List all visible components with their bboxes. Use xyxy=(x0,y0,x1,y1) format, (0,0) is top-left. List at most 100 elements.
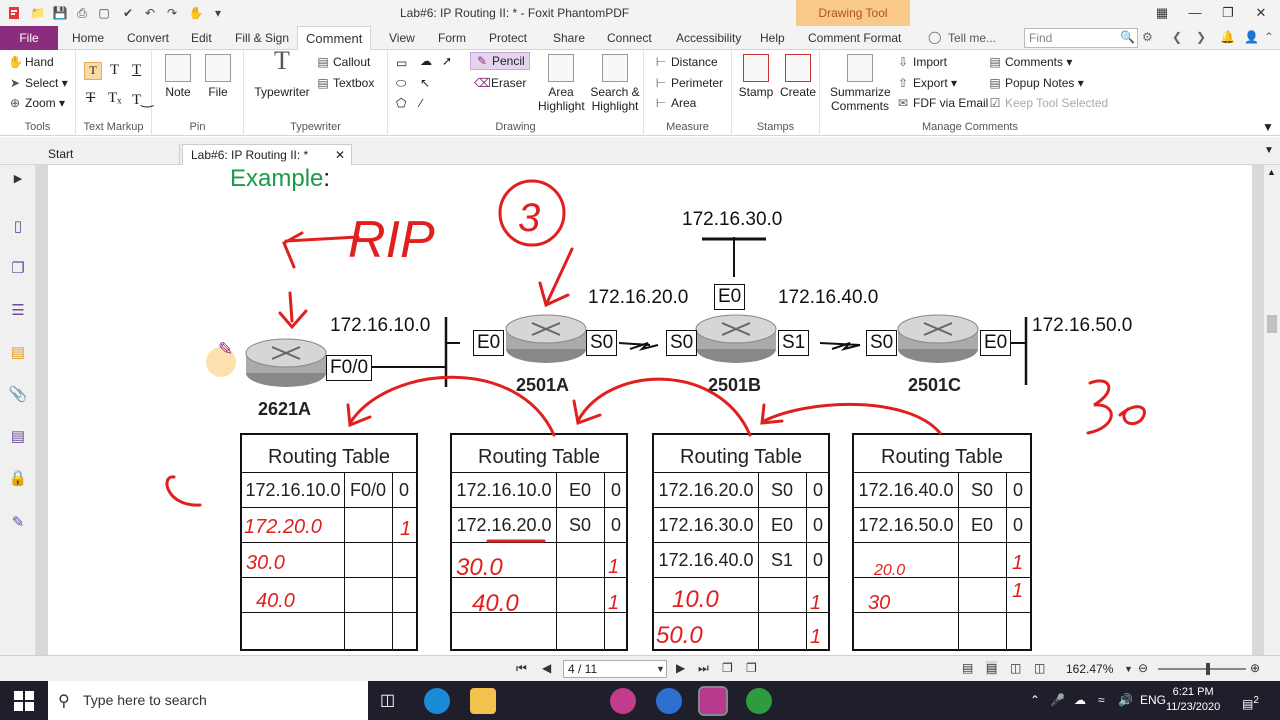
strikeout-text-icon[interactable]: T xyxy=(86,90,95,107)
rectangle-icon[interactable]: ▭ xyxy=(396,56,407,70)
settings-icon[interactable]: ⚙ xyxy=(1142,30,1153,44)
zoom-tool-button[interactable]: ⊕ Zoom ▾ xyxy=(8,96,65,110)
oval-icon[interactable]: ⬭ xyxy=(396,76,406,91)
tab-list-icon[interactable]: ▼ xyxy=(1264,145,1274,156)
quick-access-menu-icon[interactable]: ▾ xyxy=(210,5,226,21)
zoom-level[interactable]: 162.47% xyxy=(1066,662,1113,676)
notification-bell-icon[interactable]: 🔔 xyxy=(1220,30,1235,44)
zoom-slider-thumb[interactable] xyxy=(1206,663,1210,675)
page-number-input[interactable]: 4 / 11 xyxy=(563,660,667,678)
area-highlight-button[interactable]: Area Highlight xyxy=(538,54,585,113)
system-clock[interactable]: 6:21 PM 11/23/2020 xyxy=(1166,685,1220,715)
customize-icon[interactable]: ✔ xyxy=(120,5,136,21)
new-window-icon[interactable]: ▢ xyxy=(96,5,112,21)
onedrive-icon[interactable]: ☁ xyxy=(1074,681,1086,720)
close-window-button[interactable]: ✕ xyxy=(1249,3,1273,23)
paint-app-icon[interactable] xyxy=(610,688,636,714)
copy-page-icon[interactable]: ❐ xyxy=(722,661,733,675)
tab-view[interactable]: View xyxy=(389,26,415,50)
file-attach-button[interactable]: File xyxy=(202,54,234,99)
zoom-in-icon[interactable]: ⊕ xyxy=(1250,661,1260,675)
expand-panel-icon[interactable]: ▶ xyxy=(8,169,28,189)
tab-share[interactable]: Share xyxy=(553,26,585,50)
ribbon-display-icon[interactable]: ▦ xyxy=(1150,3,1174,23)
page-dropdown-icon[interactable]: ▼ xyxy=(656,664,665,674)
continuous-facing-view-icon[interactable]: ◫ xyxy=(1034,661,1045,675)
underline-text-icon[interactable]: T xyxy=(132,62,141,79)
typewriter-button[interactable]: T Typewriter xyxy=(252,48,312,100)
pencil-button[interactable]: ✎ Pencil xyxy=(470,52,530,70)
scroll-up-icon[interactable]: ▲ xyxy=(1267,167,1276,177)
tab-accessibility[interactable]: Accessibility xyxy=(676,26,741,50)
tab-document[interactable]: Lab#6: IP Routing II: * ✕ xyxy=(182,144,352,165)
undo-icon[interactable]: ↶ xyxy=(142,5,158,21)
highlight-text-icon[interactable]: T xyxy=(84,62,102,80)
drawing-tool-context-tab[interactable]: Drawing Tool xyxy=(796,0,910,26)
tab-start[interactable]: Start xyxy=(40,144,180,165)
last-page-icon[interactable]: ⏭ xyxy=(698,661,709,676)
distance-button[interactable]: ⊢ Distance xyxy=(654,55,718,69)
wifi-icon[interactable]: ≈ xyxy=(1098,681,1105,720)
notification-center-icon[interactable]: ▤2 xyxy=(1242,681,1259,720)
fdf-email-button[interactable]: ✉ FDF via Email xyxy=(896,96,988,110)
eraser-button[interactable]: ⌫Eraser xyxy=(474,76,526,90)
tab-convert[interactable]: Convert xyxy=(127,26,169,50)
comments-panel-icon[interactable]: ▤ xyxy=(8,343,28,363)
maximize-button[interactable]: ❐ xyxy=(1216,3,1240,23)
tab-protect[interactable]: Protect xyxy=(489,26,527,50)
forward-icon[interactable]: ❯ xyxy=(1196,30,1206,44)
back-icon[interactable]: ❮ xyxy=(1172,30,1182,44)
select-tool-button[interactable]: ➤ Select ▾ xyxy=(8,76,68,90)
note-button[interactable]: Note xyxy=(162,54,194,99)
tab-connect[interactable]: Connect xyxy=(607,26,652,50)
layers-icon[interactable]: ☰ xyxy=(8,301,28,321)
continuous-view-icon[interactable]: ▤ xyxy=(986,661,998,675)
chrome-icon[interactable] xyxy=(746,688,772,714)
lock-icon[interactable]: 🔒 xyxy=(8,469,28,489)
foxit-icon[interactable] xyxy=(698,686,728,716)
line-icon[interactable]: ∕ xyxy=(420,96,422,110)
create-stamp-button[interactable]: Create xyxy=(780,54,816,99)
tell-me-search[interactable]: Tell me... xyxy=(948,26,996,50)
taskbar-search-input[interactable]: Type here to search xyxy=(48,681,368,720)
tab-home[interactable]: Home xyxy=(72,26,104,50)
task-view-icon[interactable]: ◫ xyxy=(380,681,395,720)
zoom-out-icon[interactable]: ⊖ xyxy=(1138,661,1148,675)
print-icon[interactable]: ⎙ xyxy=(74,5,90,21)
input-language[interactable]: ENG xyxy=(1140,681,1166,720)
search-icon[interactable]: 🔍 xyxy=(1120,30,1135,44)
keep-tool-selected-checkbox[interactable]: ☑ Keep Tool Selected xyxy=(988,96,1109,110)
edge-icon[interactable] xyxy=(424,688,450,714)
tab-comment[interactable]: Comment xyxy=(297,26,372,51)
collapse-ribbon-icon[interactable]: ⌃ xyxy=(1264,30,1274,44)
previous-page-icon[interactable]: ◀ xyxy=(542,661,551,675)
export-button[interactable]: ⇧ Export ▾ xyxy=(896,76,957,90)
microphone-icon[interactable]: 🎤 xyxy=(1050,681,1065,720)
zoom-dropdown-icon[interactable]: ▼ xyxy=(1124,664,1133,674)
import-button[interactable]: ⇩ Import xyxy=(896,55,947,69)
perimeter-button[interactable]: ⊢ Perimeter xyxy=(654,76,723,90)
search-highlight-button[interactable]: Search & Highlight xyxy=(590,54,640,113)
file-explorer-icon[interactable] xyxy=(470,688,496,714)
arrow-icon[interactable]: ↖ xyxy=(420,76,430,90)
zoom-slider[interactable] xyxy=(1158,663,1246,675)
windows-start-icon[interactable] xyxy=(14,691,34,711)
summarize-comments-button[interactable]: Summarize Comments xyxy=(830,54,891,113)
polyline-icon[interactable]: ➚ xyxy=(442,54,452,68)
polygon-icon[interactable]: ⬠ xyxy=(396,96,406,110)
facing-view-icon[interactable]: ◫ xyxy=(1010,661,1021,675)
save-icon[interactable]: 💾 xyxy=(52,5,68,21)
signature-icon[interactable]: ✎ xyxy=(8,513,28,533)
security-icon[interactable]: ▤ xyxy=(8,427,28,447)
tab-help[interactable]: Help xyxy=(760,26,785,50)
word-icon[interactable] xyxy=(656,688,682,714)
attachment-icon[interactable]: 📎 xyxy=(8,385,28,405)
hand-tool-button[interactable]: ✋ Hand xyxy=(8,55,54,69)
area-button[interactable]: ⊢ Area xyxy=(654,96,697,110)
vertical-scrollbar[interactable]: ▲ xyxy=(1264,165,1280,655)
pages-icon[interactable]: ❐ xyxy=(8,259,28,279)
open-folder-icon[interactable]: 📁 xyxy=(30,5,46,21)
bookmark-icon[interactable]: ▯ xyxy=(8,217,28,237)
insert-text-icon[interactable]: T‿ xyxy=(132,90,153,109)
fit-page-icon[interactable]: ❐ xyxy=(746,661,757,675)
